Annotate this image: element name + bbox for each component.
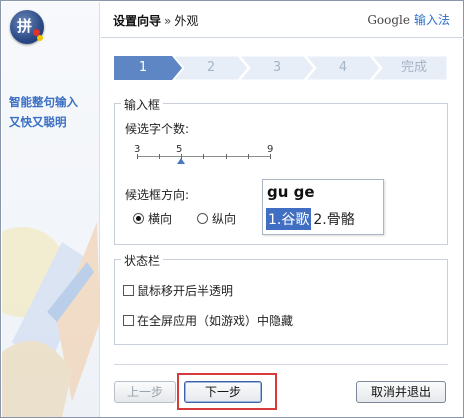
slider-tick bbox=[226, 154, 227, 159]
checkbox-hide-fullscreen[interactable]: 在全屏应用（如游戏）中隐藏 bbox=[123, 312, 293, 329]
step-finish: 完成 bbox=[400, 60, 427, 75]
checkbox-translucent-on-leave[interactable]: 鼠标移开后半透明 bbox=[123, 282, 233, 299]
left-panel: 拼 智能整句输入 又快又聪明 bbox=[2, 2, 100, 417]
radio-vertical-label: 纵向 bbox=[212, 212, 237, 226]
ime-logo-icon: 拼 bbox=[10, 10, 44, 44]
slider-thumb[interactable] bbox=[177, 158, 186, 164]
status-bar-group-title: 状态栏 bbox=[121, 252, 164, 269]
step-progress: 1 2 3 4 完成 bbox=[114, 56, 447, 80]
preview-candidate-2: 2.骨骼 bbox=[313, 212, 355, 228]
next-button[interactable]: 下一步 bbox=[184, 381, 262, 403]
slider-tick bbox=[270, 154, 271, 159]
breadcrumb-current: 外观 bbox=[174, 14, 199, 28]
cancel-exit-button[interactable]: 取消并退出 bbox=[356, 381, 446, 403]
checkbox-hide-fullscreen-box[interactable] bbox=[123, 315, 134, 326]
radio-horizontal-indicator[interactable] bbox=[133, 213, 144, 224]
brand-google: Google bbox=[367, 13, 410, 27]
footer-divider bbox=[114, 364, 448, 365]
checkbox-translucent-label: 鼠标移开后半透明 bbox=[137, 284, 234, 298]
candidate-preview: gu ge 1.谷歌 2.骨骼 bbox=[262, 179, 384, 235]
brand-ime: 输入法 bbox=[413, 13, 450, 27]
candidate-box-group: 输入框 候选字个数: 3 5 9 候选框方向: 横向 纵向 gu ge 1.谷歌… bbox=[114, 96, 448, 245]
slogan-line-2: 又快又聪明 bbox=[9, 115, 67, 129]
breadcrumb: 设置向导» 外观 bbox=[113, 12, 198, 29]
preview-candidate-1: 1.谷歌 bbox=[266, 208, 312, 230]
slider-tick bbox=[159, 154, 160, 159]
wizard-header: 设置向导» 外观 Google 输入法 bbox=[101, 2, 464, 38]
slogan-line-1: 智能整句输入 bbox=[9, 95, 78, 109]
decorative-illustration-icon bbox=[2, 222, 99, 417]
slider-track bbox=[137, 156, 271, 157]
radio-vertical[interactable]: 纵向 bbox=[197, 210, 236, 227]
candidate-direction-label: 候选框方向: bbox=[125, 188, 190, 202]
radio-vertical-indicator[interactable] bbox=[197, 213, 208, 224]
radio-horizontal-label: 横向 bbox=[148, 212, 173, 226]
breadcrumb-separator: » bbox=[164, 14, 172, 28]
checkbox-translucent-box[interactable] bbox=[123, 285, 134, 296]
breadcrumb-root: 设置向导 bbox=[113, 14, 162, 28]
step-2: 2 bbox=[206, 60, 216, 75]
slider-tick bbox=[137, 154, 138, 159]
candidate-count-label: 候选字个数: bbox=[125, 122, 190, 136]
candidate-box-group-title: 输入框 bbox=[121, 96, 164, 113]
step-1: 1 bbox=[138, 60, 148, 75]
candidate-count-slider[interactable]: 3 5 9 bbox=[134, 144, 274, 164]
checkbox-hide-fullscreen-label: 在全屏应用（如游戏）中隐藏 bbox=[137, 314, 294, 328]
radio-horizontal[interactable]: 横向 bbox=[133, 210, 172, 227]
preview-candidate-list: 1.谷歌 2.骨骼 bbox=[266, 208, 357, 230]
preview-composition: gu ge bbox=[267, 183, 315, 201]
step-4: 4 bbox=[338, 60, 348, 75]
prev-button[interactable]: 上一步 bbox=[114, 381, 176, 403]
brand: Google 输入法 bbox=[367, 11, 450, 28]
slider-tick bbox=[203, 154, 204, 159]
step-3: 3 bbox=[272, 60, 282, 75]
setup-wizard-window: 拼 智能整句输入 又快又聪明 设置向导» 外观 Google 输入法 1 2 3… bbox=[0, 0, 464, 418]
status-bar-group: 状态栏 鼠标移开后半透明 在全屏应用（如游戏）中隐藏 bbox=[114, 252, 448, 345]
slider-tick bbox=[248, 154, 249, 159]
slogan: 智能整句输入 又快又聪明 bbox=[9, 92, 99, 132]
